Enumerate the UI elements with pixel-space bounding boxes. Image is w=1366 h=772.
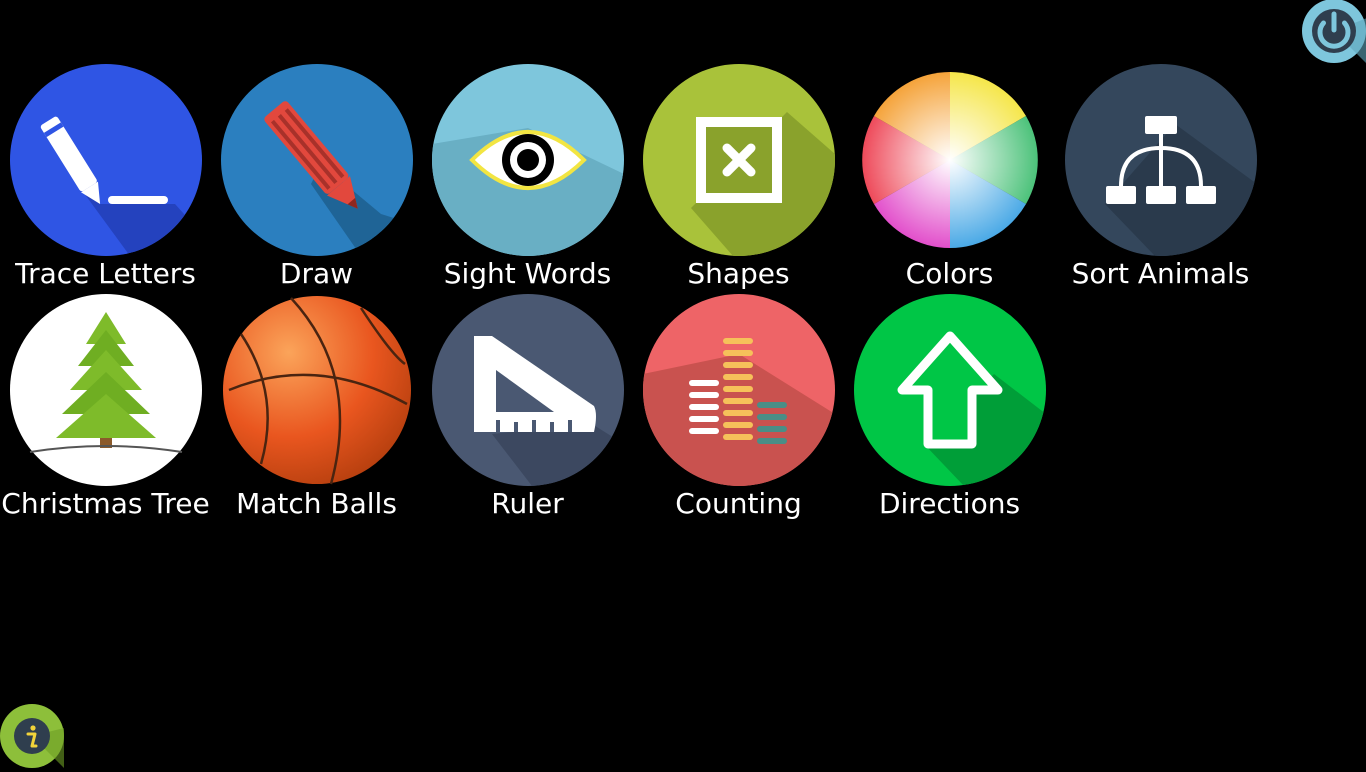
activity-counting[interactable]: Counting [633,294,844,524]
power-button[interactable] [1301,0,1366,64]
activity-colors[interactable]: Colors [844,64,1055,294]
up-arrow-icon [854,294,1046,486]
eye-icon [432,64,624,256]
basketball-icon [223,296,411,485]
hierarchy-icon [1065,64,1257,256]
activity-directions[interactable]: Directions [844,294,1055,524]
activity-label: Trace Letters [15,257,196,290]
activity-label: Directions [878,487,1021,520]
activity-shapes[interactable]: Shapes [633,64,844,294]
activity-label: Sort Animals [1071,257,1250,290]
pencil-line-icon [10,64,202,256]
info-button[interactable] [0,704,64,768]
activity-label: Match Balls [236,487,397,520]
set-square-ruler-icon [432,294,624,486]
bar-stack-icon [643,294,835,486]
activity-sight-words[interactable]: Sight Words [422,64,633,294]
activity-ruler[interactable]: Ruler [422,294,633,524]
pencil-icon [221,64,413,256]
activity-label: Christmas Tree [1,487,210,520]
activity-label: Colors [905,257,994,290]
activity-draw[interactable]: Draw [211,64,422,294]
activity-match-balls[interactable]: Match Balls [211,294,422,524]
color-wheel-icon [862,72,1038,248]
activity-label: Draw [279,257,354,290]
christmas-tree-icon [10,294,202,486]
activity-label: Counting [675,487,802,520]
info-icon [0,704,64,768]
activity-label: Ruler [491,487,564,520]
activity-label: Sight Words [443,257,612,290]
activity-trace-letters[interactable]: Trace Letters [0,64,211,294]
activity-sort-animals[interactable]: Sort Animals [1055,64,1266,294]
power-icon [1302,0,1366,63]
activity-christmas-tree[interactable]: Christmas Tree [0,294,211,524]
square-x-icon [643,64,835,256]
activity-label: Shapes [687,257,790,290]
